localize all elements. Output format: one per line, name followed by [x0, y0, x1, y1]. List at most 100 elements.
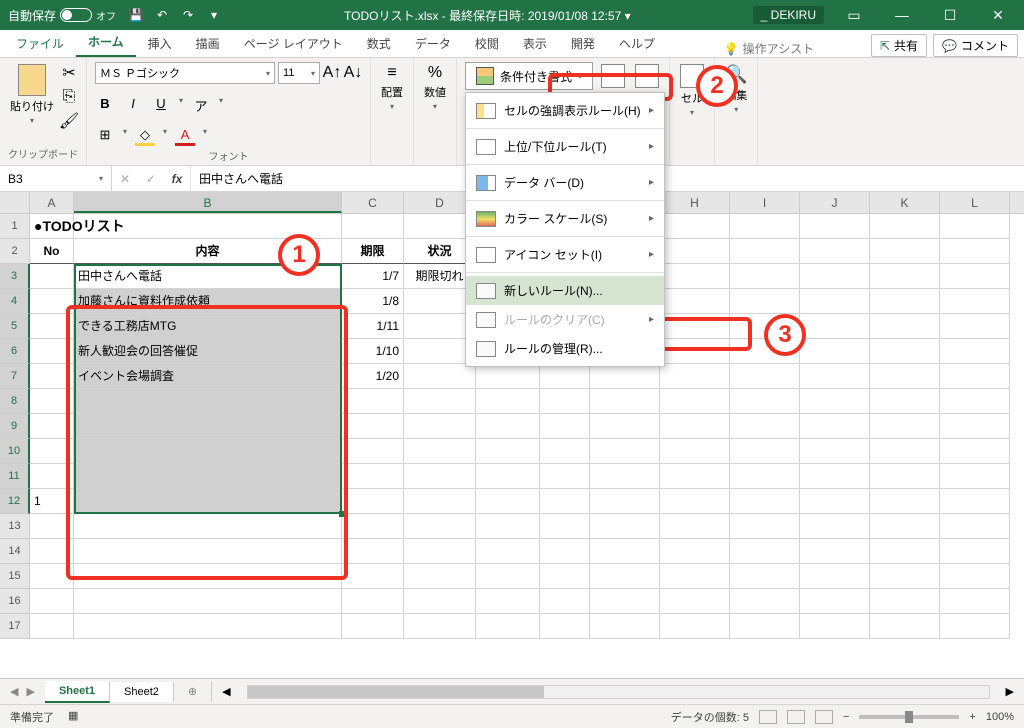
cell-L4[interactable]	[940, 289, 1010, 314]
cell-E12[interactable]	[476, 489, 540, 514]
cell-A13[interactable]	[30, 514, 74, 539]
cell-B14[interactable]	[74, 539, 342, 564]
colhead-H[interactable]: H	[660, 192, 730, 213]
cell-C7[interactable]: 1/20	[342, 364, 404, 389]
cell-B9[interactable]	[74, 414, 342, 439]
cell-K16[interactable]	[870, 589, 940, 614]
bold-button[interactable]: B	[95, 96, 115, 115]
cell-E13[interactable]	[476, 514, 540, 539]
cell-E11[interactable]	[476, 464, 540, 489]
fill-handle[interactable]	[339, 511, 345, 517]
cell-I7[interactable]	[730, 364, 800, 389]
cell-K12[interactable]	[870, 489, 940, 514]
cell-C14[interactable]	[342, 539, 404, 564]
name-box[interactable]: B3▾	[0, 166, 112, 191]
cell-K11[interactable]	[870, 464, 940, 489]
cell-E15[interactable]	[476, 564, 540, 589]
view-normal-icon[interactable]	[759, 710, 777, 724]
cell-C1[interactable]	[342, 214, 404, 239]
rowhead-11[interactable]: 11	[0, 464, 30, 489]
cell-C10[interactable]	[342, 439, 404, 464]
cell-B6[interactable]: 新人歓迎会の回答催促	[74, 339, 342, 364]
colhead-C[interactable]: C	[342, 192, 404, 213]
hscroll-right-icon[interactable]: ▶	[1006, 685, 1014, 698]
tab-pagelayout[interactable]: ページ レイアウト	[232, 30, 355, 57]
cell-G17[interactable]	[590, 614, 660, 639]
cell-J10[interactable]	[800, 439, 870, 464]
cell-A1[interactable]: ●TODOリスト	[30, 214, 74, 239]
cell-K4[interactable]	[870, 289, 940, 314]
cell-B10[interactable]	[74, 439, 342, 464]
cell-B15[interactable]	[74, 564, 342, 589]
cell-L15[interactable]	[940, 564, 1010, 589]
cell-I9[interactable]	[730, 414, 800, 439]
cell-J1[interactable]	[800, 214, 870, 239]
cell-C9[interactable]	[342, 414, 404, 439]
cell-G13[interactable]	[590, 514, 660, 539]
zoom-level[interactable]: 100%	[986, 711, 1014, 723]
menu-new-rule[interactable]: 新しいルール(N)...	[466, 276, 664, 305]
cell-C3[interactable]: 1/7	[342, 264, 404, 289]
cell-L9[interactable]	[940, 414, 1010, 439]
cut-icon[interactable]: ✂	[60, 64, 78, 82]
cell-I3[interactable]	[730, 264, 800, 289]
cell-J13[interactable]	[800, 514, 870, 539]
cell-L1[interactable]	[940, 214, 1010, 239]
hscroll-track[interactable]	[247, 685, 990, 699]
rowhead-1[interactable]: 1	[0, 214, 30, 239]
cell-F9[interactable]	[540, 414, 590, 439]
colhead-K[interactable]: K	[870, 192, 940, 213]
cell-D7[interactable]	[404, 364, 476, 389]
cell-D12[interactable]	[404, 489, 476, 514]
cell-C11[interactable]	[342, 464, 404, 489]
cell-J17[interactable]	[800, 614, 870, 639]
cell-A6[interactable]	[30, 339, 74, 364]
cell-A16[interactable]	[30, 589, 74, 614]
menu-clear-rules[interactable]: ルールのクリア(C)▸	[466, 305, 664, 334]
cell-K8[interactable]	[870, 389, 940, 414]
cell-A4[interactable]	[30, 289, 74, 314]
fill-color-button[interactable]: ◇	[135, 127, 155, 146]
cell-J12[interactable]	[800, 489, 870, 514]
cell-C16[interactable]	[342, 589, 404, 614]
cell-E10[interactable]	[476, 439, 540, 464]
cell-F17[interactable]	[540, 614, 590, 639]
sheet-nav-prev-icon[interactable]: ◀	[10, 685, 18, 698]
colhead-J[interactable]: J	[800, 192, 870, 213]
view-pagebreak-icon[interactable]	[815, 710, 833, 724]
cell-G10[interactable]	[590, 439, 660, 464]
cell-F16[interactable]	[540, 589, 590, 614]
cell-B11[interactable]	[74, 464, 342, 489]
share-button[interactable]: ⇱共有	[871, 34, 927, 57]
rowhead-17[interactable]: 17	[0, 614, 30, 639]
cell-L7[interactable]	[940, 364, 1010, 389]
sheet-nav-next-icon[interactable]: ▶	[26, 685, 34, 698]
cell-B4[interactable]: 加藤さんに資料作成依頼	[74, 289, 342, 314]
cell-L10[interactable]	[940, 439, 1010, 464]
cell-H12[interactable]	[660, 489, 730, 514]
hscroll-left-icon[interactable]: ◀	[222, 685, 230, 698]
rowhead-13[interactable]: 13	[0, 514, 30, 539]
view-pagelayout-icon[interactable]	[787, 710, 805, 724]
tab-data[interactable]: データ	[403, 30, 463, 57]
cell-B16[interactable]	[74, 589, 342, 614]
cell-A10[interactable]	[30, 439, 74, 464]
format-painter-icon[interactable]: 🖌	[60, 112, 78, 130]
cell-H6[interactable]	[660, 339, 730, 364]
cell-styles-button[interactable]	[633, 62, 661, 90]
hscroll-thumb[interactable]	[248, 686, 544, 698]
undo-icon[interactable]: ↶	[154, 7, 170, 23]
cell-K15[interactable]	[870, 564, 940, 589]
cell-H17[interactable]	[660, 614, 730, 639]
qat-more-icon[interactable]: ▾	[206, 7, 222, 23]
cell-A12[interactable]: 1	[30, 489, 74, 514]
cell-J2[interactable]	[800, 239, 870, 264]
cell-J7[interactable]	[800, 364, 870, 389]
cell-K14[interactable]	[870, 539, 940, 564]
cell-K3[interactable]	[870, 264, 940, 289]
cell-A7[interactable]	[30, 364, 74, 389]
cell-D9[interactable]	[404, 414, 476, 439]
decrease-font-icon[interactable]: A↓	[344, 64, 362, 82]
sheet-tab-2[interactable]: Sheet2	[110, 682, 174, 702]
paste-button[interactable]: 貼り付け ▾	[8, 62, 56, 127]
